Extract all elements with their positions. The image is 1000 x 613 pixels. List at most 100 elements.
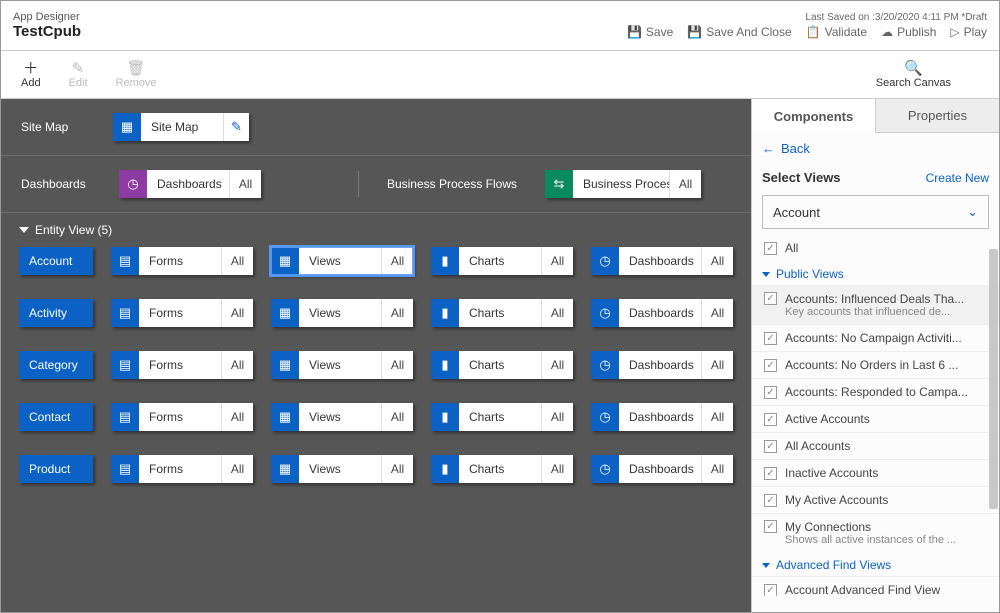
tile-all-button[interactable]: All [701, 351, 733, 379]
back-button[interactable]: ← Back [752, 133, 999, 164]
bpf-all-button[interactable]: All [669, 170, 701, 198]
view-item[interactable]: Active Accounts [752, 405, 999, 432]
tile-all-button[interactable]: All [701, 247, 733, 275]
entity-view-toggle[interactable]: Entity View (5) [19, 223, 733, 237]
tile-all-button[interactable]: All [541, 247, 573, 275]
entity-views-tile[interactable]: ▦ViewsAll [271, 403, 413, 431]
tile-all-button[interactable]: All [701, 299, 733, 327]
view-item[interactable]: My ConnectionsShows all active instances… [752, 513, 999, 552]
entity-name-tile[interactable]: Account [19, 247, 93, 275]
tile-all-button[interactable]: All [381, 299, 413, 327]
scrollbar[interactable] [988, 133, 999, 612]
tile-all-button[interactable]: All [381, 247, 413, 275]
checkbox-icon[interactable] [764, 242, 777, 255]
checkbox-icon[interactable] [764, 584, 777, 597]
entity-dash-tile[interactable]: ◷DashboardsAll [591, 247, 733, 275]
search-canvas-button[interactable]: 🔍 Search Canvas [876, 61, 951, 89]
tile-all-button[interactable]: All [541, 299, 573, 327]
checkbox-icon[interactable] [764, 359, 777, 372]
entity-views-tile[interactable]: ▦ViewsAll [271, 247, 413, 275]
tile-all-button[interactable]: All [541, 403, 573, 431]
group-public-views[interactable]: Public Views [752, 261, 999, 285]
forms-icon: ▤ [111, 455, 139, 483]
checkbox-icon[interactable] [764, 413, 777, 426]
tile-all-button[interactable]: All [701, 403, 733, 431]
entity-dash-tile[interactable]: ◷DashboardsAll [591, 403, 733, 431]
tab-properties[interactable]: Properties [876, 99, 999, 133]
create-new-link[interactable]: Create New [926, 171, 989, 185]
tab-components[interactable]: Components [752, 99, 876, 133]
group-advanced-find-views[interactable]: Advanced Find Views [752, 552, 999, 576]
checkbox-icon[interactable] [764, 386, 777, 399]
tile-all-button[interactable]: All [221, 299, 253, 327]
view-item[interactable]: Accounts: No Orders in Last 6 ... [752, 351, 999, 378]
entity-name-tile[interactable]: Activity [19, 299, 93, 327]
view-item[interactable]: Accounts: No Campaign Activiti... [752, 324, 999, 351]
entity-name-tile[interactable]: Product [19, 455, 93, 483]
entity-forms-tile[interactable]: ▤FormsAll [111, 299, 253, 327]
view-item[interactable]: Account Advanced Find View [752, 576, 999, 596]
view-item[interactable]: Accounts: Influenced Deals Tha...Key acc… [752, 285, 999, 324]
checkbox-icon[interactable] [764, 467, 777, 480]
tile-all-button[interactable]: All [701, 455, 733, 483]
entity-name-tile[interactable]: Contact [19, 403, 93, 431]
entity-dash-tile[interactable]: ◷DashboardsAll [591, 455, 733, 483]
bpf-tile[interactable]: ⇆ Business Proces... All [545, 170, 701, 198]
tile-all-button[interactable]: All [381, 403, 413, 431]
entity-charts-tile[interactable]: ▮ChartsAll [431, 351, 573, 379]
edit-button[interactable]: ✎ Edit [69, 61, 88, 89]
entity-charts-tile[interactable]: ▮ChartsAll [431, 299, 573, 327]
dashboards-all-button[interactable]: All [229, 170, 261, 198]
tile-all-button[interactable]: All [541, 351, 573, 379]
entity-views-tile[interactable]: ▦ViewsAll [271, 299, 413, 327]
dashboard-icon: ◷ [119, 170, 147, 198]
view-item[interactable]: Inactive Accounts [752, 459, 999, 486]
design-canvas[interactable]: Site Map ▦ Site Map ✎ Dashboards ◷ Dashb… [1, 99, 751, 612]
remove-button[interactable]: 🗑 Remove [116, 61, 157, 89]
entity-select[interactable]: Account ⌄ [762, 195, 989, 229]
save-button[interactable]: 💾Save [627, 25, 673, 39]
tile-all-button[interactable]: All [221, 247, 253, 275]
tile-all-button[interactable]: All [381, 351, 413, 379]
tile-all-button[interactable]: All [221, 351, 253, 379]
view-item[interactable]: All Accounts [752, 432, 999, 459]
play-icon: ▷ [950, 25, 959, 39]
sitemap-tile[interactable]: ▦ Site Map ✎ [113, 113, 249, 141]
validate-button[interactable]: 📋Validate [806, 25, 867, 39]
entity-row: Category ▤FormsAll ▦ViewsAll ▮ChartsAll ◷Das… [19, 351, 733, 379]
entity-charts-tile[interactable]: ▮ChartsAll [431, 455, 573, 483]
entity-dash-tile[interactable]: ◷DashboardsAll [591, 299, 733, 327]
view-item[interactable]: Accounts: Responded to Campa... [752, 378, 999, 405]
tile-all-button[interactable]: All [221, 403, 253, 431]
entity-forms-tile[interactable]: ▤FormsAll [111, 455, 253, 483]
entity-forms-tile[interactable]: ▤FormsAll [111, 351, 253, 379]
entity-name-tile[interactable]: Category [19, 351, 93, 379]
entity-forms-tile[interactable]: ▤FormsAll [111, 403, 253, 431]
entity-dash-tile[interactable]: ◷DashboardsAll [591, 351, 733, 379]
views-icon: ▦ [271, 403, 299, 431]
checkbox-icon[interactable] [764, 292, 777, 305]
entity-views-tile[interactable]: ▦ViewsAll [271, 351, 413, 379]
view-item[interactable]: My Active Accounts [752, 486, 999, 513]
add-button[interactable]: ＋ Add [21, 61, 41, 89]
dashboards-tile[interactable]: ◷ Dashboards All [119, 170, 261, 198]
dash-icon: ◷ [591, 351, 619, 379]
checkbox-icon[interactable] [764, 440, 777, 453]
play-button[interactable]: ▷Play [950, 25, 987, 39]
sitemap-edit-button[interactable]: ✎ [223, 113, 249, 141]
tile-all-button[interactable]: All [221, 455, 253, 483]
entity-views-tile[interactable]: ▦ViewsAll [271, 455, 413, 483]
tile-label: Views [299, 299, 381, 327]
checkbox-icon[interactable] [764, 332, 777, 345]
entity-forms-tile[interactable]: ▤FormsAll [111, 247, 253, 275]
save-and-close-button[interactable]: 💾Save And Close [687, 25, 791, 39]
tile-all-button[interactable]: All [381, 455, 413, 483]
select-views-label: Select Views [762, 170, 841, 185]
select-all-views[interactable]: All [752, 235, 999, 261]
checkbox-icon[interactable] [764, 520, 777, 533]
publish-button[interactable]: ☁Publish [881, 25, 936, 39]
checkbox-icon[interactable] [764, 494, 777, 507]
entity-charts-tile[interactable]: ▮ChartsAll [431, 403, 573, 431]
entity-charts-tile[interactable]: ▮ChartsAll [431, 247, 573, 275]
tile-all-button[interactable]: All [541, 455, 573, 483]
